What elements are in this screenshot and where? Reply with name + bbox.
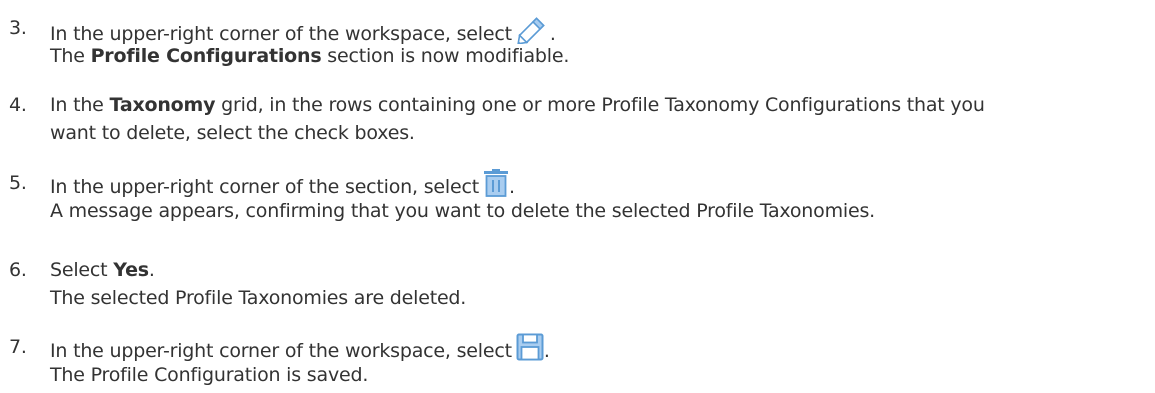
step-instruction: In the upper-right corner of the workspa…	[50, 333, 1155, 362]
profile-configurations-label: Profile Configurations	[90, 45, 322, 67]
step-result: The Profile Configuration is saved.	[50, 364, 369, 386]
step-instruction: In the upper-right corner of the section…	[50, 169, 1155, 198]
step-number: 6.	[9, 259, 27, 281]
step-body: In the upper-right corner of the workspa…	[50, 14, 1155, 70]
step-number: 7.	[9, 336, 27, 358]
step-instruction: Select Yes.	[50, 259, 155, 281]
step-result: A message appears, confirming that you w…	[50, 200, 875, 222]
procedure-steps: 3. In the upper-right corner of the work…	[0, 0, 1155, 393]
step-body: In the Taxonomy grid, in the rows contai…	[50, 91, 1155, 147]
save-disk-icon	[516, 333, 544, 361]
step-body: In the upper-right corner of the section…	[50, 169, 1155, 225]
step-result: The Profile Configurations section is no…	[50, 45, 570, 67]
step-body: Select Yes. The selected Profile Taxonom…	[50, 256, 1155, 312]
trash-delete-icon	[483, 169, 509, 197]
step-result: The selected Profile Taxonomies are dele…	[50, 287, 467, 309]
step-number: 3.	[9, 17, 27, 39]
step-instruction: In the Taxonomy grid, in the rows contai…	[50, 94, 985, 116]
taxonomy-label: Taxonomy	[109, 94, 216, 116]
pencil-edit-icon	[516, 14, 550, 44]
step-instruction: In the upper-right corner of the workspa…	[50, 14, 1155, 45]
step-number: 5.	[9, 172, 27, 194]
step-instruction-continued: want to delete, select the check boxes.	[50, 122, 415, 144]
yes-label: Yes	[113, 259, 149, 281]
step-number: 4.	[9, 94, 27, 116]
step-body: In the upper-right corner of the workspa…	[50, 333, 1155, 389]
